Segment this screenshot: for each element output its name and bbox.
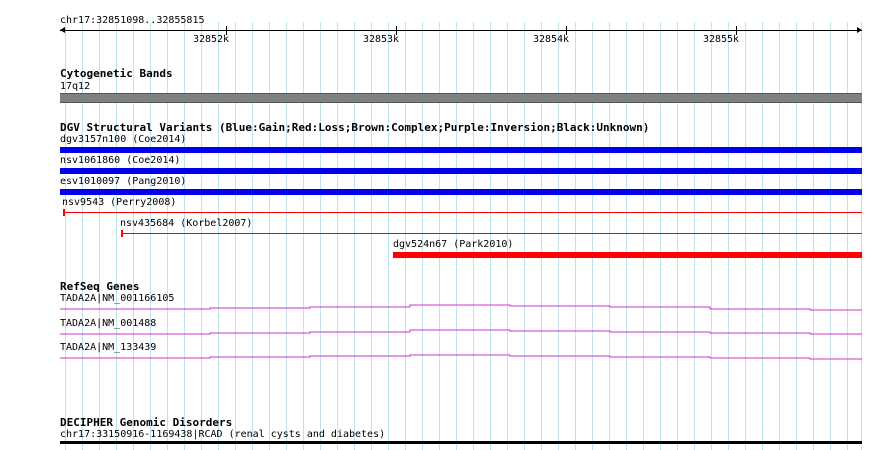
variant-bar-loss[interactable] xyxy=(63,212,862,213)
gene-model[interactable] xyxy=(60,300,862,320)
variant-label: nsv1061860 (Coe2014) xyxy=(60,155,181,166)
grid-line xyxy=(779,22,780,450)
grid-line xyxy=(456,22,457,450)
grid-line xyxy=(541,22,542,450)
grid-line xyxy=(184,22,185,450)
grid-line xyxy=(354,22,355,450)
track-title-decipher: DECIPHER Genomic Disorders xyxy=(60,416,233,429)
grid-line xyxy=(116,22,117,450)
ruler-tick-label: 32852k xyxy=(192,34,230,45)
gene-model[interactable] xyxy=(60,324,862,344)
grid-line xyxy=(405,22,406,450)
variant-start-marker xyxy=(121,230,123,237)
variant-bar-loss[interactable] xyxy=(121,233,862,234)
grid-line xyxy=(507,22,508,450)
cytoband-bar[interactable] xyxy=(60,93,862,103)
grid-line xyxy=(745,22,746,450)
grid-line xyxy=(813,22,814,450)
track-title-refseq: RefSeq Genes xyxy=(60,280,140,293)
gene-model[interactable] xyxy=(60,349,862,369)
grid-line xyxy=(99,22,100,450)
variant-label: esv1010097 (Pang2010) xyxy=(60,176,187,187)
grid-line xyxy=(235,22,236,450)
ruler-axis[interactable] xyxy=(60,30,862,31)
grid-line xyxy=(626,22,627,450)
grid-line xyxy=(337,22,338,450)
genome-browser-panel: chr17:32851098..32855815 32852k 32853k 328… xyxy=(0,0,890,450)
grid-line xyxy=(677,22,678,450)
grid-line xyxy=(286,22,287,450)
grid-line xyxy=(847,22,848,450)
grid-line xyxy=(371,22,372,450)
grid-line xyxy=(388,22,389,450)
ruler-tick-label: 32855k xyxy=(702,34,740,45)
grid-line xyxy=(252,22,253,450)
grid-line xyxy=(609,22,610,450)
variant-bar-gain[interactable] xyxy=(60,168,862,174)
grid-line xyxy=(643,22,644,450)
track-title-cytoband: Cytogenetic Bands xyxy=(60,67,173,80)
grid-line xyxy=(694,22,695,450)
grid-line xyxy=(133,22,134,450)
grid-line xyxy=(320,22,321,450)
ruler-tick-label: 32854k xyxy=(532,34,570,45)
grid-line xyxy=(439,22,440,450)
grid-line xyxy=(861,22,862,450)
grid-line xyxy=(269,22,270,450)
ruler-region-label: chr17:32851098..32855815 xyxy=(60,15,205,26)
grid-line xyxy=(201,22,202,450)
variant-bar-loss[interactable] xyxy=(393,252,862,258)
decipher-region-label: chr17:33150916-1169438|RCAD (renal cysts… xyxy=(60,429,386,440)
variant-label: nsv9543 (Perry2008) xyxy=(62,197,177,208)
grid-line xyxy=(490,22,491,450)
grid-line xyxy=(473,22,474,450)
variant-label: dgv3157n100 (Coe2014) xyxy=(60,134,187,145)
ruler-tick-label: 32853k xyxy=(362,34,400,45)
grid-line xyxy=(575,22,576,450)
variant-bar-gain[interactable] xyxy=(60,147,862,153)
grid-line xyxy=(830,22,831,450)
grid-line xyxy=(728,22,729,450)
variant-start-marker xyxy=(63,209,65,216)
grid-line xyxy=(150,22,151,450)
grid-line xyxy=(218,22,219,450)
grid-line xyxy=(660,22,661,450)
grid-line xyxy=(796,22,797,450)
cytoband-label: 17q12 xyxy=(60,81,91,92)
variant-label: nsv435684 (Korbel2007) xyxy=(120,218,253,229)
variant-label: dgv524n67 (Park2010) xyxy=(393,239,514,250)
track-title-dgv: DGV Structural Variants (Blue:Gain;Red:L… xyxy=(60,121,650,134)
ruler-right-arrow-icon xyxy=(857,27,862,33)
variant-bar-gain[interactable] xyxy=(60,189,862,195)
grid-line xyxy=(592,22,593,450)
grid-line xyxy=(558,22,559,450)
grid-line xyxy=(422,22,423,450)
grid-line xyxy=(167,22,168,450)
grid-line xyxy=(711,22,712,450)
ruler-left-arrow-icon xyxy=(60,27,65,33)
decipher-bar[interactable] xyxy=(60,441,862,444)
grid-line xyxy=(762,22,763,450)
grid-line xyxy=(524,22,525,450)
grid-line xyxy=(303,22,304,450)
